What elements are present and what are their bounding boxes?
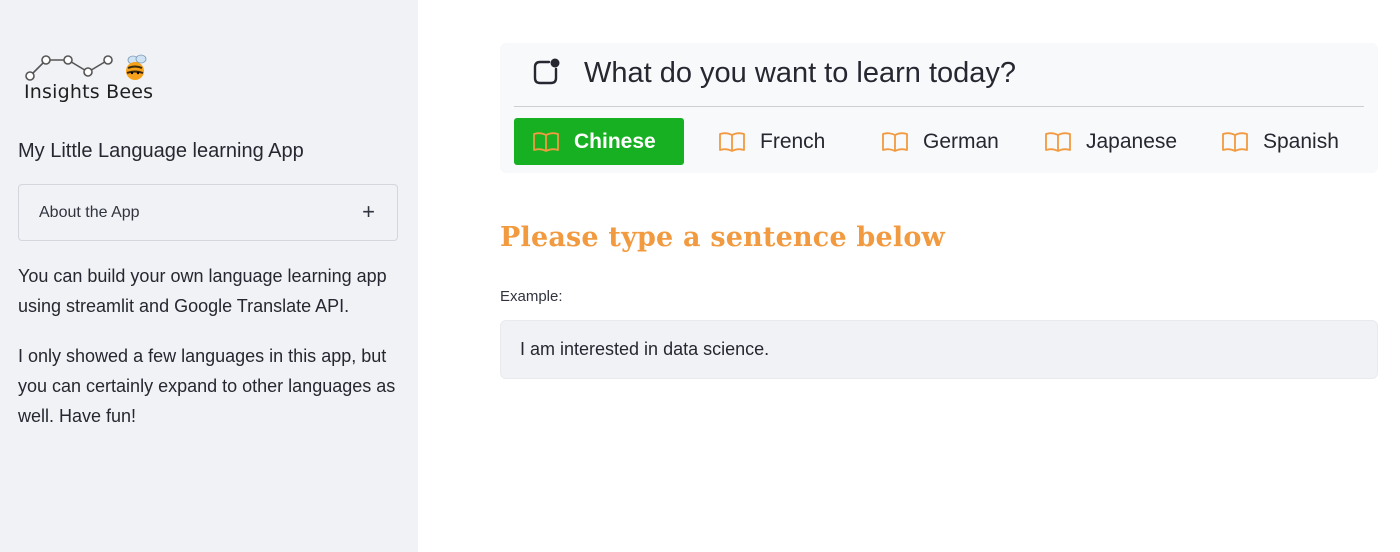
book-icon [1222,131,1248,152]
tab-label: German [923,129,999,153]
sidebar: Insights Bees My Little Language learnin… [0,0,418,552]
language-tabs: Chinese French German Japanese Spanish [514,118,1364,165]
tab-french[interactable]: French [718,118,825,165]
book-icon [533,131,559,152]
tab-label: Chinese [574,129,656,153]
logo-text: Insights Bees [24,81,154,103]
plus-icon: + [362,199,375,224]
tab-label: Spanish [1263,129,1339,153]
page-heading: Please type a sentence below [500,222,945,253]
book-icon [882,131,908,152]
sidebar-title: My Little Language learning App [18,140,304,162]
app-root: Insights Bees My Little Language learnin… [0,0,1400,552]
book-icon [1045,131,1071,152]
tab-chinese[interactable]: Chinese [514,118,684,165]
app-indicator-icon [533,58,560,85]
expander-label: About the App [39,204,140,221]
tab-japanese[interactable]: Japanese [1044,118,1177,165]
about-the-app-expander[interactable]: About the App + [18,184,398,241]
option-menu: What do you want to learn today? Chinese… [500,43,1378,173]
sentence-input[interactable] [500,320,1378,379]
sidebar-paragraph-2: I only showed a few languages in this ap… [18,346,396,426]
option-menu-header: What do you want to learn today? [514,43,1364,107]
tab-label: Japanese [1086,129,1178,153]
tab-label: French [760,129,826,153]
tab-german[interactable]: German [881,118,999,165]
insights-bees-logo: Insights Bees [22,48,172,108]
book-icon [719,131,745,152]
sidebar-paragraph-1: You can build your own language learning… [18,266,387,316]
input-label: Example: [500,288,563,305]
option-menu-title: What do you want to learn today? [584,57,1017,89]
tab-spanish[interactable]: Spanish [1221,118,1339,165]
